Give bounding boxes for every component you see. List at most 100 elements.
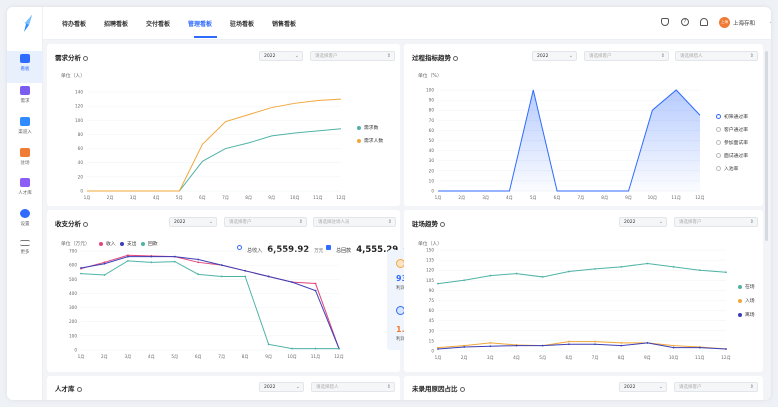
sidebar-item-dashboard[interactable]: 看板 [7,51,43,83]
tab-todo[interactable]: 待办看板 [62,19,86,28]
reject-panel: 未录用原因占比 2022 ⌄ 请选择客户 ⇕ [404,376,763,400]
data-point [489,345,492,348]
y-tick-label: 10 [429,178,435,183]
onsite-person-select[interactable]: 请选择驻场人员 ⇕ [313,217,396,227]
x-tick-label: 10月 [290,195,300,201]
x-tick-label: 11月 [311,354,321,360]
radio-option[interactable]: 客户通过率 [716,126,748,133]
scrollbar[interactable] [765,51,768,241]
info-icon[interactable] [83,221,88,227]
x-tick-label: 2月 [101,354,108,360]
x-tick-label: 11月 [695,355,705,361]
data-point [314,289,317,292]
series-line [80,260,339,350]
x-tick-label: 2月 [461,355,468,361]
y-tick-label: 0 [431,349,434,354]
data-point [594,343,596,346]
tab-sales[interactable]: 销售看板 [272,19,296,28]
legend-item[interactable]: 需求人数 [357,137,383,144]
data-point [646,262,649,265]
sidebar-item-settings[interactable]: 设置 [7,206,43,238]
year-select[interactable]: 2022 ⌄ [619,382,667,392]
sidebar-item-label: 需求 [20,99,30,104]
sidebar-item-onsite[interactable]: 驻场 [7,145,43,177]
x-tick-label: 12月 [721,355,731,361]
year-select[interactable]: 2022 ⌄ [259,51,303,61]
legend-item[interactable]: 入场 [738,297,755,304]
data-point [314,347,317,350]
radio-option[interactable]: 面试通过率 [716,152,748,159]
chevron-down-icon[interactable]: ⌄ [769,19,771,25]
year-select[interactable]: 2022 ⌄ [169,217,217,227]
app-logo [19,15,32,32]
sidebar-item-more[interactable]: 更多 [7,237,43,269]
avatar[interactable]: 上海 [719,17,730,28]
help-icon[interactable]: ? [681,18,689,26]
talent-panel: 人才库 2022 ⌄ 请选择猎人 ⇕ [47,376,400,400]
x-tick-label: 7月 [577,195,584,201]
legend-dot [738,284,742,289]
data-point [725,348,727,350]
series-line [437,262,727,285]
tab-recruiting[interactable]: 招聘看板 [104,19,128,28]
data-point [291,281,293,284]
data-point [620,265,623,268]
chevron-updown-icon: ⇕ [386,384,391,390]
tab-onsite[interactable]: 驻场看板 [230,19,254,28]
client-select[interactable]: 请选择客户 ⇕ [674,382,758,392]
y-tick-label: 15 [429,338,435,343]
info-icon[interactable] [459,386,465,392]
finance-chart: 0 100 200 300 400 500 600 700 1月 2月 3月 4月 5月 6月 7月 8月 9月… [69,249,344,361]
sidebar-item-talent[interactable]: 人才库 [7,175,43,207]
onsite-icon [20,148,30,157]
series-line [80,254,340,349]
chevron-down-icon: ⌄ [208,219,213,225]
legend-item[interactable]: 离场 [738,311,755,318]
y-tick-label: 50 [429,138,435,143]
y-tick-label: 100 [75,118,83,123]
info-icon[interactable] [453,55,458,61]
x-tick-label: 9月 [268,195,275,201]
radio-option[interactable]: 入池率 [716,165,738,172]
year-select[interactable]: 2022 ⌄ [619,217,667,227]
series-line [87,98,342,192]
year-select[interactable]: 2022 ⌄ [532,51,577,61]
chevron-down-icon: ⌄ [658,219,663,225]
y-tick-label: 120 [75,104,83,109]
y-tick-label: 700 [69,249,77,254]
x-tick-label: 6月 [565,355,572,361]
data-point [267,343,270,346]
client-select[interactable]: 请选择客户 ⇕ [674,217,758,227]
user-name[interactable]: 上海存和 [733,19,755,27]
bell-icon[interactable] [700,18,708,26]
client-select[interactable]: 请选择客户 ⇕ [310,51,395,61]
x-tick-label: 1月 [435,355,442,361]
x-tick-label: 2月 [107,195,114,201]
radio-option[interactable]: 初筛通过率 [716,113,748,120]
menu-icon [20,240,30,246]
info-icon[interactable] [83,55,88,61]
sidebar-item-label: 更多 [20,250,30,255]
x-tick-label: 6月 [195,354,202,360]
info-icon[interactable] [76,386,82,392]
recruiter-select[interactable]: 请选择猎人 ⇕ [675,51,758,61]
radio-option[interactable]: 参加面试率 [716,139,748,146]
tab-delivery[interactable]: 交付看板 [146,19,170,28]
legend-item[interactable]: 在场 [738,283,755,290]
data-point [437,282,439,285]
client-select[interactable]: 请选择客户 ⇕ [224,217,307,227]
y-tick-label: 135 [426,258,434,263]
headset-icon[interactable] [661,18,669,26]
data-point [515,272,518,275]
info-icon[interactable] [440,221,445,227]
sidebar-item-demand[interactable]: 需求 [7,83,43,115]
panel-title: 过程指标趋势 [412,52,458,62]
recruiter-select[interactable]: 请选择猎人 ⇕ [311,382,395,392]
year-select[interactable]: 2022 ⌄ [259,382,304,392]
x-tick-label: 7月 [218,354,225,360]
client-select[interactable]: 请选择客户 ⇕ [584,51,669,61]
tab-management[interactable]: 管理看板 [188,19,212,28]
sidebar-item-channel[interactable]: 渠道入 [7,114,43,146]
panel-title: 未录用原因占比 [412,383,465,393]
legend-item[interactable]: 需求数 [357,124,378,131]
